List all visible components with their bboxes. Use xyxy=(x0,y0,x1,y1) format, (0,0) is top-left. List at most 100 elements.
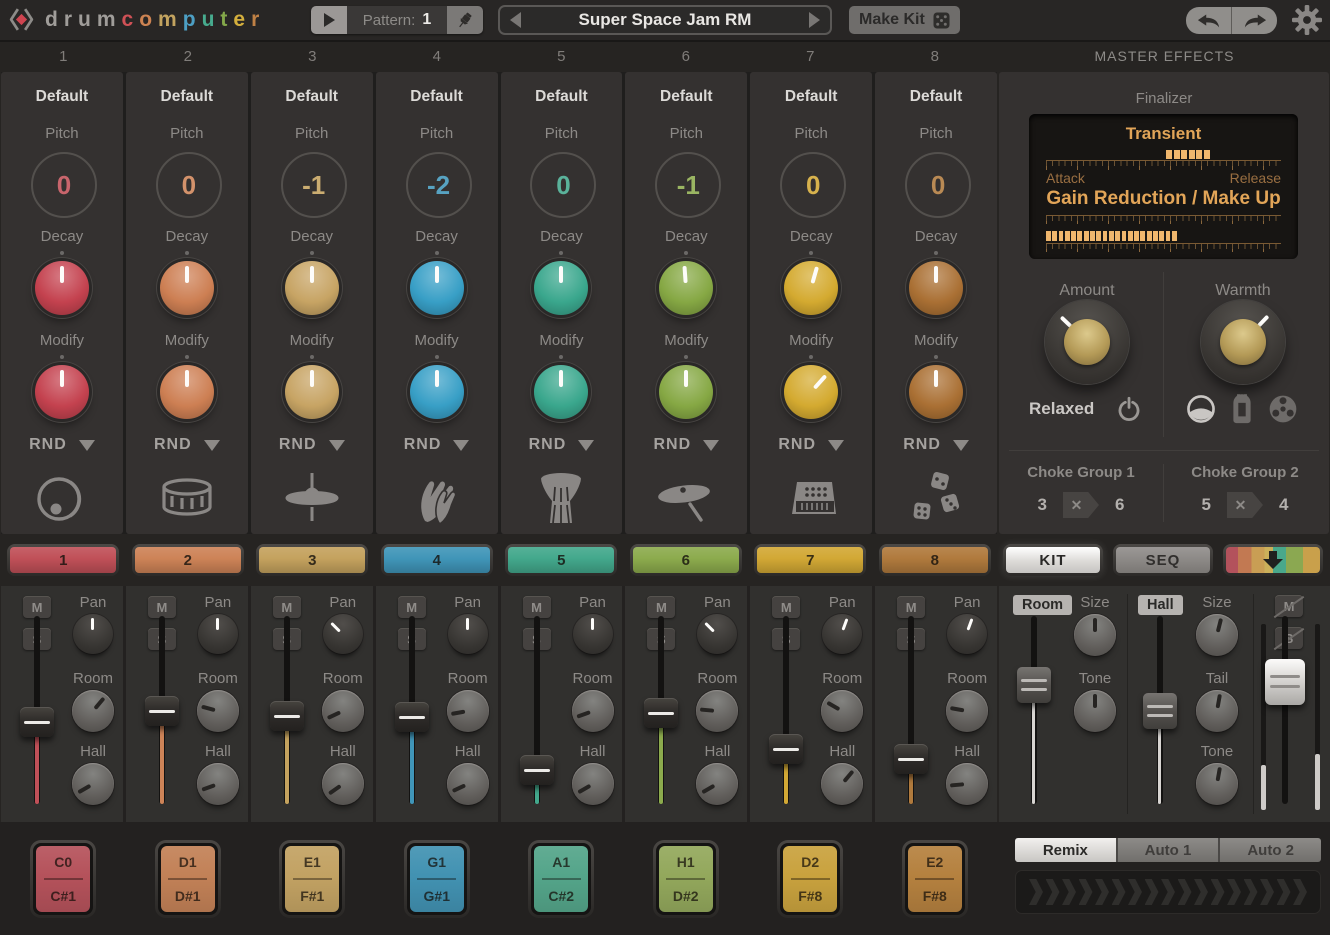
volume-fader[interactable] xyxy=(144,616,180,806)
hall-send-knob[interactable] xyxy=(946,763,988,805)
hall-send-knob[interactable] xyxy=(447,763,489,805)
mute-button[interactable]: M xyxy=(897,596,925,618)
channel-select-button-8[interactable]: 8 xyxy=(879,544,991,576)
room-send-knob[interactable] xyxy=(696,690,738,732)
chevron-down-icon[interactable] xyxy=(578,440,594,451)
pan-knob[interactable] xyxy=(947,614,987,654)
mute-button[interactable]: M xyxy=(772,596,800,618)
choke-2-right-value[interactable]: 4 xyxy=(1279,495,1288,515)
channel-preset-name[interactable]: Default xyxy=(376,88,498,106)
channel-preset-name[interactable]: Default xyxy=(750,88,872,106)
hall-size-knob[interactable] xyxy=(1196,614,1238,656)
choke-2-left-value[interactable]: 5 xyxy=(1202,495,1211,515)
pitch-control[interactable]: 0 xyxy=(31,152,97,218)
dice-icon[interactable] xyxy=(875,470,997,528)
decay-knob[interactable] xyxy=(160,261,214,315)
pan-knob[interactable] xyxy=(448,614,488,654)
drum-pad-5[interactable]: A1C#2 xyxy=(528,840,594,918)
drum-pad-4[interactable]: G1G#1 xyxy=(404,840,470,918)
pan-knob[interactable] xyxy=(198,614,238,654)
djembe-icon[interactable] xyxy=(501,470,623,528)
pattern-display[interactable]: Pattern: 1 xyxy=(347,6,447,34)
mute-button[interactable]: M xyxy=(148,596,176,618)
volume-fader[interactable] xyxy=(269,616,305,806)
channel-select-button-5[interactable]: 5 xyxy=(505,544,617,576)
chevron-down-icon[interactable] xyxy=(204,440,220,451)
channel-select-button-1[interactable]: 1 xyxy=(7,544,119,576)
decay-knob[interactable] xyxy=(410,261,464,315)
chevron-down-icon[interactable] xyxy=(828,440,844,451)
hall-send-knob[interactable] xyxy=(322,763,364,805)
synth-icon[interactable] xyxy=(750,470,872,528)
drum-pad-1[interactable]: C0C#1 xyxy=(30,840,96,918)
hihat-icon[interactable] xyxy=(251,470,373,528)
decay-knob[interactable] xyxy=(534,261,588,315)
decay-knob[interactable] xyxy=(784,261,838,315)
pattern-pin-button[interactable] xyxy=(447,6,483,34)
character-mode-button[interactable] xyxy=(1184,392,1218,426)
pitch-control[interactable]: -1 xyxy=(281,152,347,218)
room-send-knob[interactable] xyxy=(197,690,239,732)
drum-pad-7[interactable]: D2F#8 xyxy=(777,840,843,918)
drum-pad-8[interactable]: E2F#8 xyxy=(902,840,968,918)
modify-knob[interactable] xyxy=(909,365,963,419)
pan-knob[interactable] xyxy=(822,614,862,654)
hall-send-knob[interactable] xyxy=(72,763,114,805)
preset-selector[interactable]: Super Space Jam RM xyxy=(498,5,832,35)
tube-mode-button[interactable] xyxy=(1225,392,1259,426)
modify-knob[interactable] xyxy=(160,365,214,419)
pitch-control[interactable]: 0 xyxy=(156,152,222,218)
chevron-down-icon[interactable] xyxy=(329,440,345,451)
mute-button[interactable]: M xyxy=(647,596,675,618)
randomize-control[interactable]: RND xyxy=(875,436,997,454)
chevron-down-icon[interactable] xyxy=(453,440,469,451)
make-kit-button[interactable]: Make Kit xyxy=(849,6,960,34)
decay-knob[interactable] xyxy=(909,261,963,315)
randomize-control[interactable]: RND xyxy=(376,436,498,454)
mute-button[interactable]: M xyxy=(273,596,301,618)
remix-progress-strip[interactable] xyxy=(1015,870,1321,914)
randomize-control[interactable]: RND xyxy=(251,436,373,454)
pitch-control[interactable]: -1 xyxy=(655,152,721,218)
chevron-down-icon[interactable] xyxy=(79,440,95,451)
master-mute-button[interactable]: M xyxy=(1275,595,1303,617)
play-button[interactable] xyxy=(311,6,347,34)
kick-drum-icon[interactable] xyxy=(1,470,123,528)
decay-knob[interactable] xyxy=(35,261,89,315)
drum-pad-2[interactable]: D1D#1 xyxy=(155,840,221,918)
pitch-control[interactable]: 0 xyxy=(905,152,971,218)
room-tone-knob[interactable] xyxy=(1074,690,1116,732)
compressor-mode[interactable]: Relaxed xyxy=(1029,399,1094,419)
hall-send-knob[interactable] xyxy=(572,763,614,805)
choke-2-clear-button[interactable]: ✕ xyxy=(1227,492,1263,518)
room-send-knob[interactable] xyxy=(946,690,988,732)
room-send-knob[interactable] xyxy=(72,690,114,732)
hall-send-knob[interactable] xyxy=(197,763,239,805)
hall-reverb-badge[interactable]: Hall xyxy=(1138,595,1183,615)
room-send-knob[interactable] xyxy=(572,690,614,732)
room-send-knob[interactable] xyxy=(447,690,489,732)
pan-knob[interactable] xyxy=(323,614,363,654)
decay-knob[interactable] xyxy=(285,261,339,315)
volume-fader[interactable] xyxy=(394,616,430,806)
mute-button[interactable]: M xyxy=(523,596,551,618)
hall-send-knob[interactable] xyxy=(696,763,738,805)
channel-select-button-2[interactable]: 2 xyxy=(132,544,244,576)
volume-fader[interactable] xyxy=(519,616,555,806)
tab-auto-2[interactable]: Auto 2 xyxy=(1218,838,1321,862)
channel-preset-name[interactable]: Default xyxy=(251,88,373,106)
drum-pad-6[interactable]: H1D#2 xyxy=(653,840,719,918)
chevron-down-icon[interactable] xyxy=(703,440,719,451)
clap-icon[interactable] xyxy=(376,470,498,528)
hall-return-fader[interactable] xyxy=(1142,616,1178,806)
pitch-control[interactable]: 0 xyxy=(780,152,846,218)
channel-select-button-6[interactable]: 6 xyxy=(630,544,742,576)
mute-button[interactable]: M xyxy=(23,596,51,618)
tape-mode-button[interactable] xyxy=(1266,392,1300,426)
modify-knob[interactable] xyxy=(784,365,838,419)
master-volume-fader[interactable] xyxy=(1265,616,1305,806)
choke-1-left-value[interactable]: 3 xyxy=(1038,495,1047,515)
channel-preset-name[interactable]: Default xyxy=(625,88,747,106)
volume-fader[interactable] xyxy=(893,616,929,806)
modify-knob[interactable] xyxy=(35,365,89,419)
